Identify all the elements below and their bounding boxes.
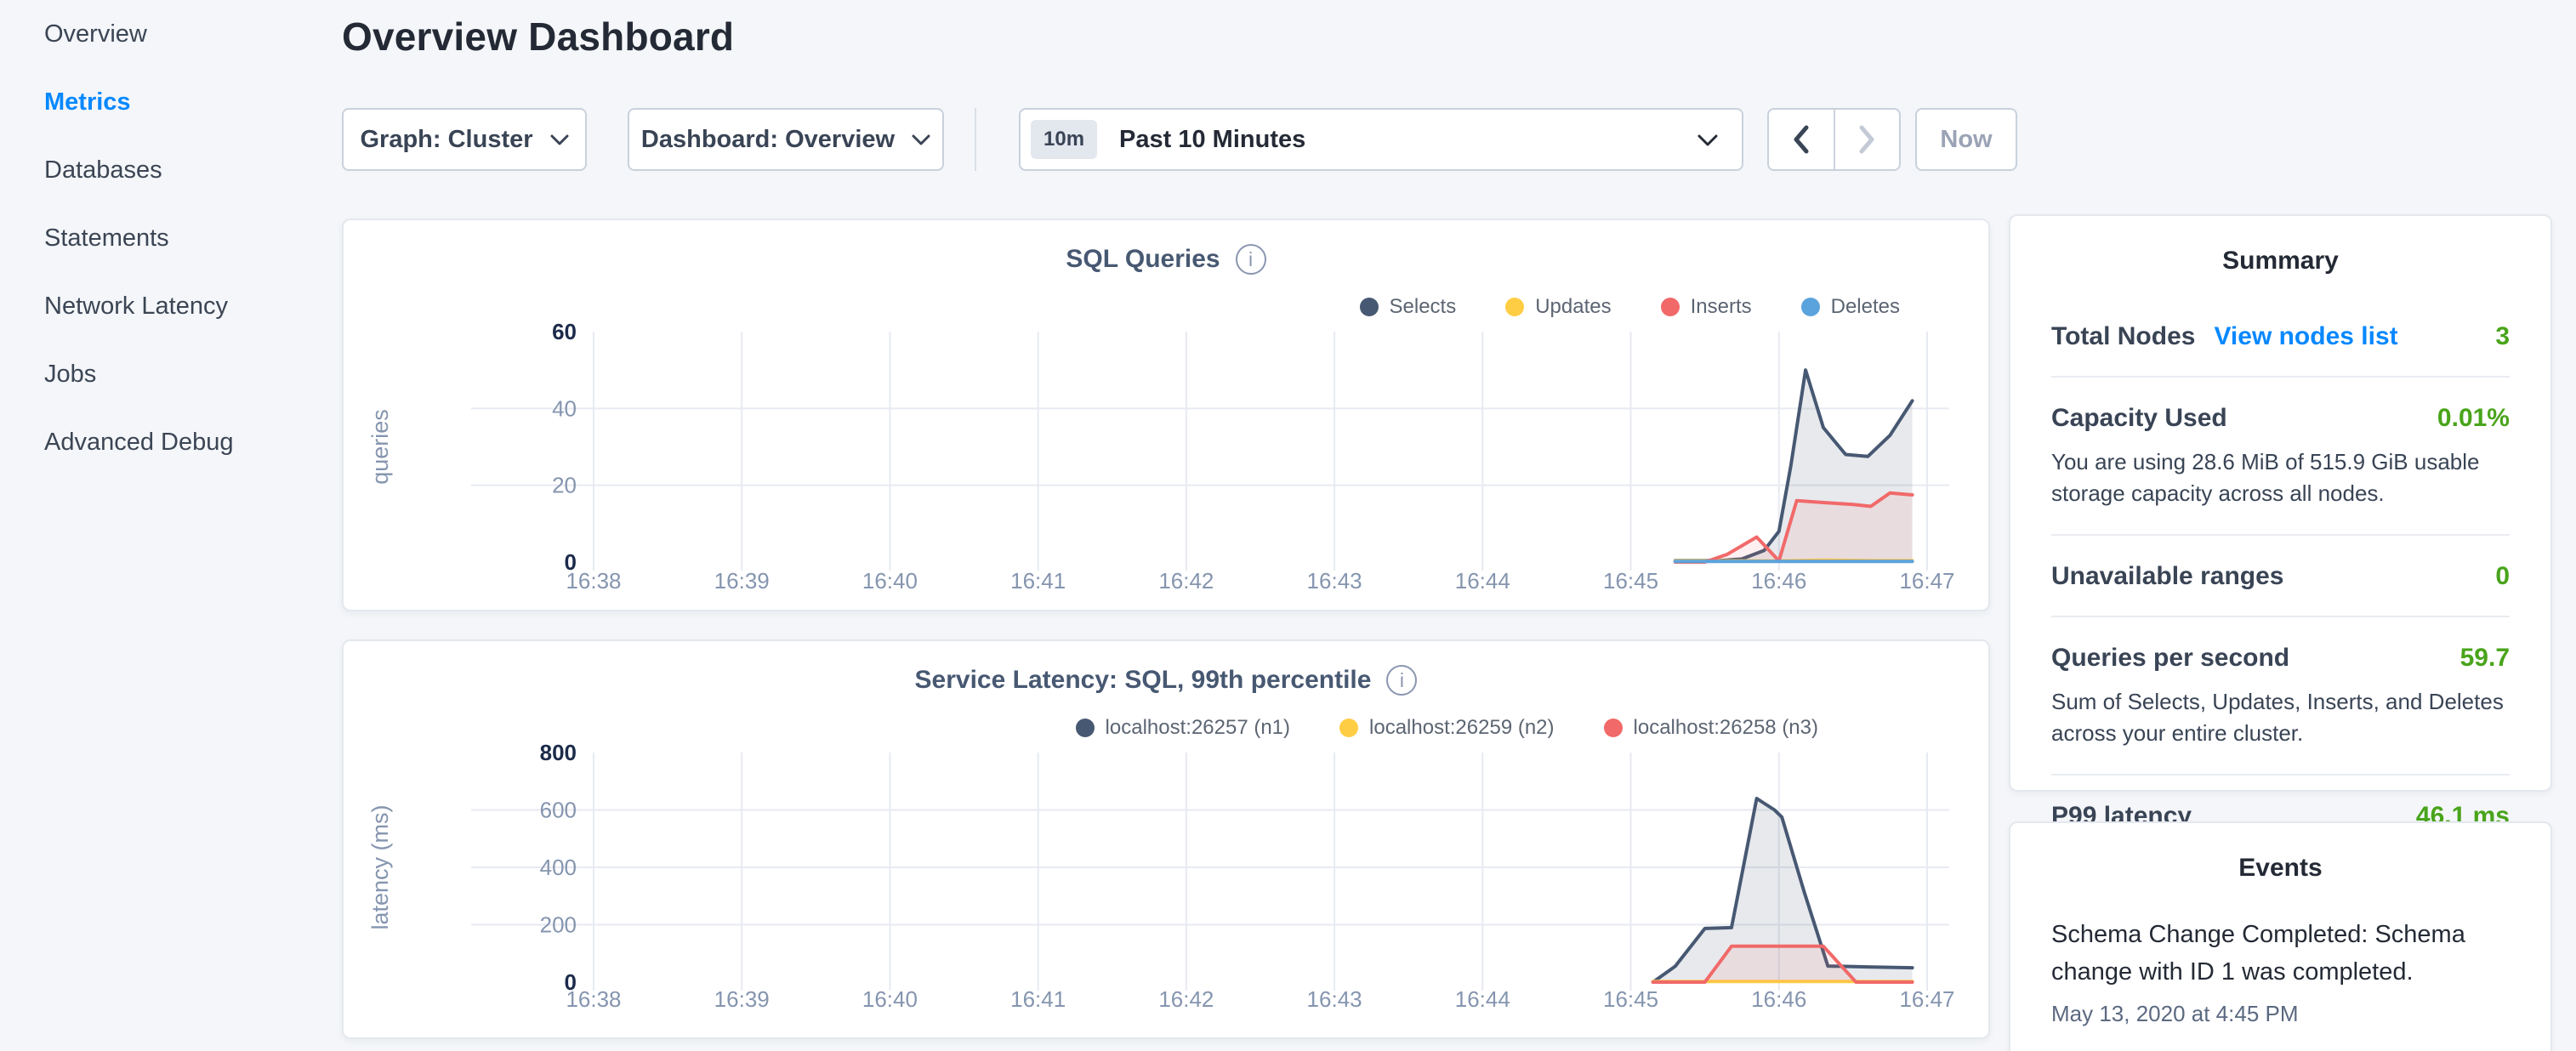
sidebar: Overview Metrics Databases Statements Ne…	[0, 0, 342, 476]
summary-row-total-nodes: Total Nodes View nodes list 3	[2051, 296, 2510, 378]
sidebar-item-metrics[interactable]: Metrics	[0, 68, 342, 136]
summary-label: Unavailable ranges	[2051, 562, 2283, 591]
summary-row-queries-per-second: Queries per second 59.7 Sum of Selects, …	[2051, 617, 2510, 775]
time-window-label: Past 10 Minutes	[1119, 126, 1305, 154]
chevron-down-icon	[912, 134, 930, 145]
event-timestamp: May 13, 2020 at 4:45 PM	[2051, 1001, 2510, 1027]
time-back-button[interactable]	[1769, 110, 1834, 169]
events-title: Events	[2051, 854, 2510, 883]
svg-text:0: 0	[565, 969, 577, 995]
summary-label: Total Nodes	[2051, 322, 2195, 351]
svg-text:20: 20	[552, 473, 577, 498]
svg-text:200: 200	[540, 912, 577, 938]
svg-text:16:39: 16:39	[714, 986, 770, 1012]
svg-text:16:42: 16:42	[1158, 986, 1214, 1012]
summary-label: Capacity Used	[2051, 404, 2227, 433]
summary-title: Summary	[2051, 247, 2510, 276]
service-latency-plot[interactable]: 16:3816:3916:4016:4116:4216:4316:4416:45…	[344, 641, 1988, 1037]
chevron-down-icon	[550, 134, 569, 145]
dashboard-dropdown-label: Dashboard: Overview	[641, 126, 895, 154]
graph-dropdown-label: Graph: Cluster	[360, 126, 532, 154]
svg-text:16:47: 16:47	[1899, 568, 1954, 594]
sidebar-item-databases[interactable]: Databases	[0, 136, 342, 204]
summary-description: You are using 28.6 MiB of 515.9 GiB usab…	[2051, 446, 2510, 509]
graph-dropdown[interactable]: Graph: Cluster	[342, 108, 587, 171]
chevron-left-icon	[1793, 125, 1810, 154]
svg-text:16:46: 16:46	[1751, 986, 1806, 1012]
svg-text:16:45: 16:45	[1603, 986, 1658, 1012]
time-window-selector[interactable]: 10m Past 10 Minutes	[1019, 108, 1743, 171]
svg-text:40: 40	[552, 395, 577, 421]
time-step-controls	[1767, 108, 1901, 171]
chevron-right-icon	[1858, 125, 1875, 154]
svg-text:60: 60	[552, 319, 577, 344]
dashboard-dropdown[interactable]: Dashboard: Overview	[628, 108, 944, 171]
summary-value: 0.01%	[2437, 404, 2510, 433]
time-forward-button[interactable]	[1834, 110, 1900, 169]
sql-queries-chart-card: SQL Queries i SelectsUpdatesInsertsDelet…	[342, 219, 1990, 611]
svg-text:queries: queries	[367, 409, 393, 485]
summary-value: 0	[2495, 562, 2510, 591]
view-nodes-list-link[interactable]: View nodes list	[2214, 322, 2397, 351]
svg-text:16:43: 16:43	[1307, 986, 1362, 1012]
sidebar-item-statements[interactable]: Statements	[0, 204, 342, 272]
svg-text:16:41: 16:41	[1010, 568, 1066, 594]
sidebar-item-overview[interactable]: Overview	[0, 0, 342, 68]
svg-text:600: 600	[540, 798, 577, 823]
event-text: Schema Change Completed: Schema change w…	[2051, 917, 2510, 991]
now-button[interactable]: Now	[1915, 108, 2017, 171]
app-root: Overview Metrics Databases Statements Ne…	[0, 0, 2576, 1051]
svg-text:16:40: 16:40	[862, 568, 918, 594]
svg-text:16:42: 16:42	[1158, 568, 1214, 594]
sidebar-item-jobs[interactable]: Jobs	[0, 340, 342, 408]
summary-row-unavailable-ranges: Unavailable ranges 0	[2051, 536, 2510, 617]
summary-label: Queries per second	[2051, 644, 2289, 673]
svg-text:16:41: 16:41	[1010, 986, 1066, 1012]
summary-value: 59.7	[2460, 644, 2510, 673]
summary-description: Sum of Selects, Updates, Inserts, and De…	[2051, 686, 2510, 749]
sidebar-item-network-latency[interactable]: Network Latency	[0, 272, 342, 340]
service-latency-chart-card: Service Latency: SQL, 99th percentile i …	[342, 639, 1990, 1039]
page-title: Overview Dashboard	[342, 14, 734, 60]
svg-text:16:43: 16:43	[1307, 568, 1362, 594]
svg-text:800: 800	[540, 740, 577, 765]
chevron-down-icon	[1697, 134, 1718, 146]
sql-queries-plot[interactable]: 16:3816:3916:4016:4116:4216:4316:4416:45…	[344, 220, 1988, 610]
svg-text:latency (ms): latency (ms)	[367, 804, 393, 929]
svg-text:16:45: 16:45	[1603, 568, 1658, 594]
time-window-badge: 10m	[1031, 120, 1097, 159]
svg-text:16:46: 16:46	[1751, 568, 1806, 594]
svg-text:16:44: 16:44	[1455, 986, 1510, 1012]
svg-text:0: 0	[565, 549, 577, 575]
svg-text:400: 400	[540, 855, 577, 880]
controls-divider	[975, 108, 976, 171]
svg-text:16:40: 16:40	[862, 986, 918, 1012]
sidebar-item-advanced-debug[interactable]: Advanced Debug	[0, 408, 342, 476]
events-panel: Events Schema Change Completed: Schema c…	[2009, 821, 2552, 1051]
event-list-item[interactable]: Schema Change Completed: Schema change w…	[2051, 917, 2510, 1027]
summary-row-capacity-used: Capacity Used 0.01% You are using 28.6 M…	[2051, 378, 2510, 536]
svg-text:16:39: 16:39	[714, 568, 770, 594]
summary-panel: Summary Total Nodes View nodes list 3 Ca…	[2009, 214, 2552, 792]
summary-value: 3	[2495, 322, 2510, 351]
svg-text:16:47: 16:47	[1899, 986, 1954, 1012]
svg-text:16:44: 16:44	[1455, 568, 1510, 594]
